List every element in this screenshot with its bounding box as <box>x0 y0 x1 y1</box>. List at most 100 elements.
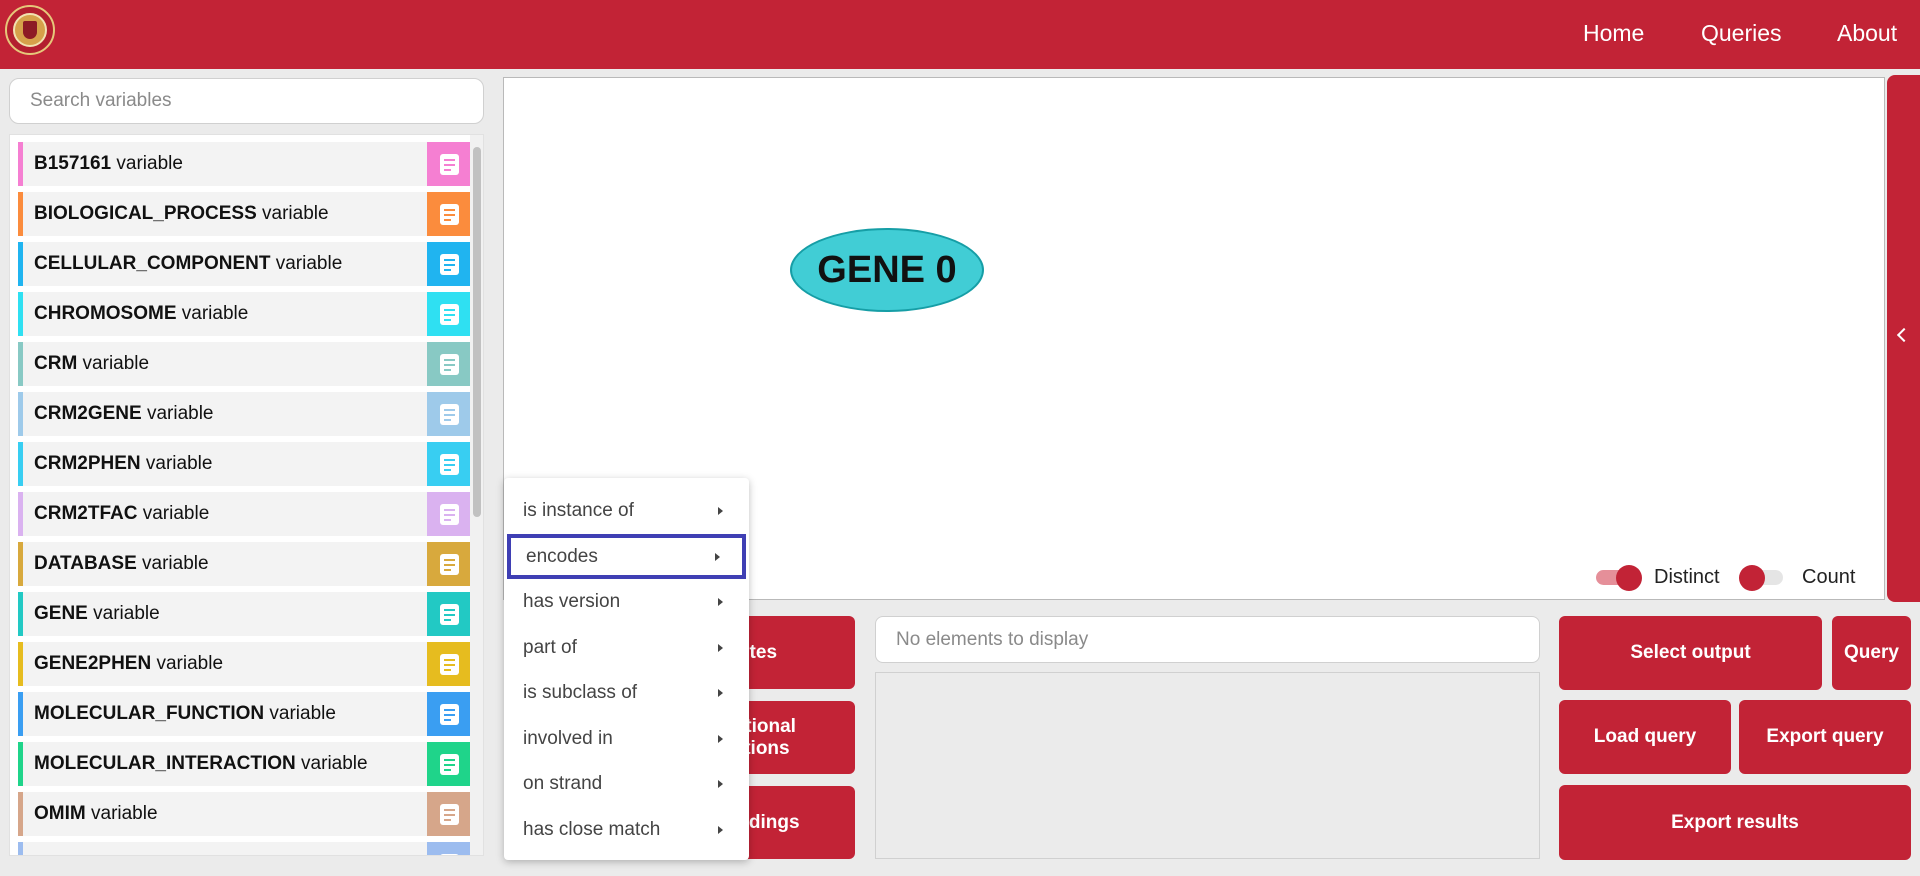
variable-name: MOLECULAR_FUNCTION <box>34 703 265 724</box>
university-logo[interactable] <box>5 5 55 55</box>
variable-details-button[interactable] <box>427 642 472 686</box>
variable-suffix: variable <box>85 803 158 824</box>
submenu-arrow-icon <box>718 507 723 515</box>
variable-label: BIOLOGICAL_PROCESS variable <box>34 192 329 236</box>
variable-details-button[interactable] <box>427 592 472 636</box>
variable-color-bar <box>18 242 23 286</box>
variable-name: GENE <box>34 603 88 624</box>
variable-list-item[interactable] <box>18 842 472 855</box>
variable-label: CRM2TFAC variable <box>34 492 209 536</box>
elements-panel <box>875 672 1540 859</box>
variable-details-button[interactable] <box>427 542 472 586</box>
variable-color-bar <box>18 392 23 436</box>
context-menu-item[interactable]: has close match <box>504 807 749 852</box>
variable-suffix: variable <box>270 253 343 274</box>
variable-name: OMIM <box>34 803 86 824</box>
variable-list-item[interactable]: CELLULAR_COMPONENT variable <box>18 242 472 286</box>
variable-list-item[interactable]: GENE2PHEN variable <box>18 642 472 686</box>
variable-details-button[interactable] <box>427 192 472 236</box>
context-menu-item[interactable]: has version <box>504 579 749 624</box>
variable-name: CRM2GENE <box>34 403 142 424</box>
variable-name: DATABASE <box>34 553 137 574</box>
context-menu-item[interactable]: part of <box>504 625 749 670</box>
document-icon <box>440 254 459 275</box>
variable-color-bar <box>18 492 23 536</box>
variable-label: B157161 variable <box>34 142 183 186</box>
variable-suffix: variable <box>176 303 249 324</box>
variable-details-button[interactable] <box>427 242 472 286</box>
export-results-button[interactable]: Export results <box>1559 785 1911 860</box>
collapse-side-panel-tab[interactable] <box>1887 75 1920 602</box>
variable-label: GENE2PHEN variable <box>34 642 223 686</box>
variable-details-button[interactable] <box>427 442 472 486</box>
submenu-arrow-icon <box>718 780 723 788</box>
nav-home-link[interactable]: Home <box>1583 0 1644 66</box>
relation-context-menu: is instance of encodes has version part of i… <box>504 478 749 860</box>
context-menu-item-label: on strand <box>523 773 603 794</box>
variable-list-item[interactable]: OMIM variable <box>18 792 472 836</box>
variable-color-bar <box>18 292 23 336</box>
context-menu-item[interactable]: is instance of <box>504 488 749 533</box>
graph-node-gene-0[interactable]: GENE 0 <box>790 228 984 312</box>
variable-details-button[interactable] <box>427 692 472 736</box>
variable-list-item[interactable]: DATABASE variable <box>18 542 472 586</box>
context-menu-item-label: is subclass of <box>523 682 638 703</box>
nav-queries-link[interactable]: Queries <box>1701 0 1782 66</box>
variable-label: CRM2PHEN variable <box>34 442 212 486</box>
count-label: Count <box>1802 566 1856 588</box>
variable-list-scrollbar[interactable] <box>470 135 483 855</box>
variable-list-item[interactable]: CRM2GENE variable <box>18 392 472 436</box>
count-toggle-knob <box>1739 565 1765 591</box>
variable-color-bar <box>18 842 23 855</box>
variable-list-item[interactable]: CHROMOSOME variable <box>18 292 472 336</box>
variable-list-item[interactable]: MOLECULAR_INTERACTION variable <box>18 742 472 786</box>
submenu-arrow-icon <box>718 734 723 743</box>
context-menu-item[interactable]: involved in <box>504 716 749 761</box>
variable-label: CRM2GENE variable <box>34 392 214 436</box>
variable-list-item[interactable]: GENE variable <box>18 592 472 636</box>
variable-list-item[interactable]: BIOLOGICAL_PROCESS variable <box>18 192 472 236</box>
count-toggle[interactable]: Count <box>1739 564 1859 591</box>
document-icon <box>440 654 459 675</box>
scrollbar-thumb[interactable] <box>473 147 481 517</box>
variable-name: CRM <box>34 353 78 374</box>
document-icon <box>440 704 459 725</box>
select-output-button[interactable]: Select output <box>1559 616 1822 690</box>
document-icon <box>440 404 459 425</box>
variable-details-button[interactable] <box>427 292 472 336</box>
variable-details-button[interactable] <box>427 742 472 786</box>
variable-color-bar <box>18 692 23 736</box>
chevron-left-icon <box>1896 327 1912 343</box>
variable-label: CHROMOSOME variable <box>34 292 248 336</box>
variable-details-button[interactable] <box>427 492 472 536</box>
search-variables-input[interactable] <box>9 78 484 124</box>
variable-details-button[interactable] <box>427 342 472 386</box>
variable-color-bar <box>18 792 23 836</box>
context-menu-item[interactable]: encodes <box>507 533 746 579</box>
variable-details-button[interactable] <box>427 392 472 436</box>
load-query-button[interactable]: Load query <box>1559 700 1731 774</box>
context-menu-item[interactable]: is subclass of <box>504 670 749 715</box>
export-query-button[interactable]: Export query <box>1739 700 1911 774</box>
variable-details-button[interactable] <box>427 792 472 836</box>
distinct-toggle-knob <box>1616 565 1642 591</box>
context-menu-item[interactable]: on strand <box>504 761 749 806</box>
variable-list-item[interactable]: CRM2PHEN variable <box>18 442 472 486</box>
variable-suffix: variable <box>151 653 224 674</box>
variable-label: CELLULAR_COMPONENT variable <box>34 242 342 286</box>
variable-details-button[interactable] <box>427 142 472 186</box>
variable-details-button[interactable] <box>427 842 472 855</box>
document-icon <box>440 804 459 825</box>
document-icon <box>440 204 459 225</box>
distinct-toggle[interactable]: Distinct <box>1596 564 1720 591</box>
nav-about-link[interactable]: About <box>1837 0 1897 66</box>
variable-list-item[interactable]: B157161 variable <box>18 142 472 186</box>
variable-list-item[interactable]: MOLECULAR_FUNCTION variable <box>18 692 472 736</box>
variable-name: CRM2PHEN <box>34 453 141 474</box>
query-button[interactable]: Query <box>1832 616 1911 690</box>
variable-list-item[interactable]: CRM2TFAC variable <box>18 492 472 536</box>
context-menu-item-label: part of <box>523 636 577 658</box>
variable-list-item[interactable]: CRM variable <box>18 342 472 386</box>
document-icon <box>440 504 459 525</box>
document-icon <box>440 154 459 175</box>
